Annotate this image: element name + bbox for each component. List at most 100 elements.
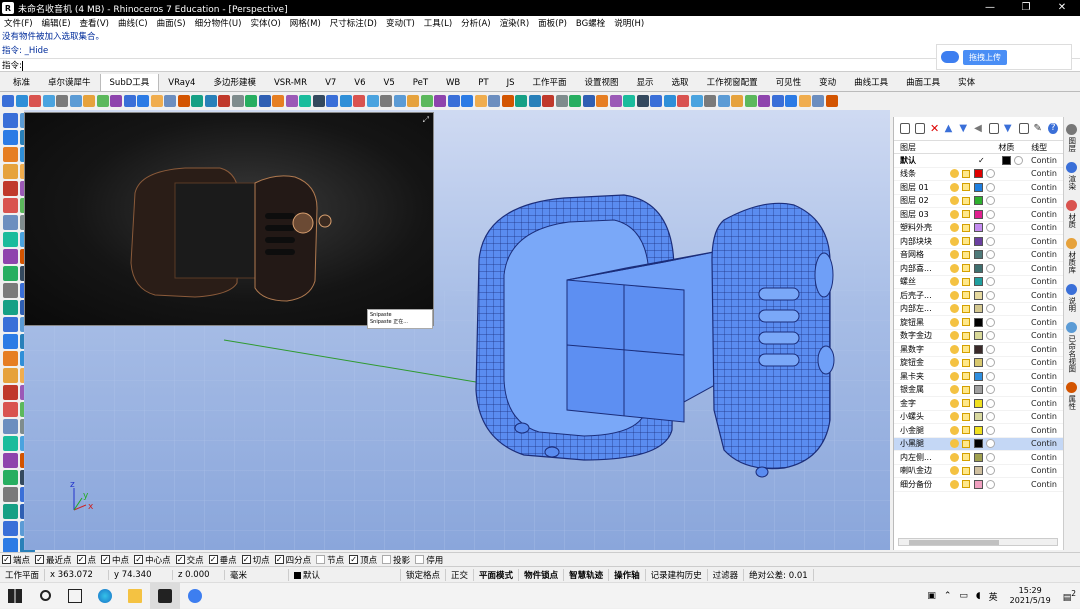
cplane-label[interactable]: 工作平面 — [0, 568, 46, 581]
layer-color-swatch[interactable] — [974, 385, 983, 395]
left-tool-icon[interactable] — [3, 538, 18, 553]
toolbar-tab[interactable]: 变动 — [810, 74, 845, 91]
toolbar-tool-icon[interactable] — [245, 95, 257, 107]
lock-icon[interactable] — [962, 345, 970, 354]
lock-icon[interactable] — [962, 304, 970, 313]
lightbulb-icon[interactable] — [950, 358, 959, 368]
lock-icon[interactable] — [962, 331, 970, 340]
material-icon[interactable] — [986, 439, 995, 449]
side-tab[interactable]: 已命名视图 — [1066, 319, 1078, 376]
lock-icon[interactable] — [962, 453, 970, 462]
layer-color-swatch[interactable] — [974, 479, 983, 489]
layer-row[interactable]: 旋钮黑 Contin — [894, 316, 1063, 330]
layer-linetype[interactable]: Contin — [1031, 372, 1063, 381]
layer-row[interactable]: 内部喜... Contin — [894, 262, 1063, 276]
status-toggle[interactable]: 物件锁点 — [519, 568, 565, 581]
toolbar-tool-icon[interactable] — [515, 95, 527, 107]
toolbar-tool-icon[interactable] — [285, 95, 298, 107]
material-icon[interactable] — [986, 466, 995, 476]
toolbar-tool-icon[interactable] — [812, 95, 824, 107]
material-icon[interactable] — [986, 479, 995, 489]
lock-icon[interactable] — [962, 237, 970, 246]
layer-color-swatch[interactable] — [974, 371, 983, 381]
left-tool-icon[interactable] — [3, 164, 18, 179]
layer-row[interactable]: 内部块块 Contin — [894, 235, 1063, 249]
layer-color-swatch[interactable] — [974, 358, 983, 368]
network-icon[interactable]: ▭ — [959, 591, 968, 601]
layer-row[interactable]: 塑料外壳 Contin — [894, 222, 1063, 235]
status-toggle[interactable]: 绝对公差: 0.01 — [744, 568, 814, 581]
material-icon[interactable] — [986, 263, 995, 273]
layer-color-swatch[interactable] — [974, 317, 983, 327]
left-tool-icon[interactable] — [3, 198, 18, 213]
toolbar-tool-icon[interactable] — [150, 95, 163, 107]
layer-color-swatch[interactable] — [974, 169, 983, 179]
layer-color-swatch[interactable] — [974, 439, 983, 449]
layer-linetype[interactable]: Contin — [1031, 183, 1063, 192]
checkbox[interactable]: ✓ — [2, 555, 11, 564]
layer-linetype[interactable]: Contin — [1031, 480, 1063, 489]
toolbar-tool-icon[interactable] — [582, 95, 595, 107]
layer-name[interactable]: 图层 02 — [894, 195, 946, 206]
lightbulb-icon[interactable] — [950, 223, 959, 233]
toolbar-tab[interactable]: 工作平面 — [524, 74, 576, 91]
osnap-option[interactable]: ✓ 中心点 — [134, 554, 171, 566]
upload-app-button[interactable] — [180, 583, 210, 609]
rhino-taskbar-button[interactable] — [150, 582, 180, 609]
layer-linetype[interactable]: Contin — [1031, 385, 1063, 394]
toolbar-tool-icon[interactable] — [420, 95, 433, 107]
toolbar-tool-icon[interactable] — [528, 95, 541, 107]
layer-row[interactable]: 内部左... Contin — [894, 303, 1063, 316]
menu-item[interactable]: 渲染(R) — [500, 17, 530, 29]
left-tool-icon[interactable] — [3, 215, 18, 230]
toolbar-tool-icon[interactable] — [609, 95, 622, 107]
toolbar-tool-icon[interactable] — [2, 95, 14, 107]
toolbar-tab[interactable]: WB — [437, 75, 469, 91]
toolbar-tool-icon[interactable] — [744, 95, 757, 107]
material-icon[interactable] — [986, 331, 995, 341]
lock-icon[interactable] — [962, 439, 970, 448]
layer-linetype[interactable]: Contin — [1031, 399, 1063, 408]
osnap-option[interactable]: 投影 — [382, 554, 410, 566]
left-tool-icon[interactable] — [3, 249, 18, 264]
volume-icon[interactable]: ◖ — [976, 591, 981, 601]
layer-row[interactable]: 喇叭金边 Contin — [894, 465, 1063, 478]
layer-color-swatch[interactable] — [974, 344, 983, 354]
material-icon[interactable] — [986, 304, 995, 314]
layer-linetype[interactable]: Contin — [1031, 466, 1063, 475]
osnap-option[interactable]: ✓ 中点 — [101, 554, 129, 566]
layer-color-swatch[interactable] — [974, 452, 983, 462]
layer-row[interactable]: 黑数字 Contin — [894, 343, 1063, 357]
lightbulb-icon[interactable] — [950, 250, 959, 260]
layer-row[interactable]: 图层 01 Contin — [894, 181, 1063, 195]
layer-row[interactable]: 图层 02 Contin — [894, 195, 1063, 208]
toolbar-tool-icon[interactable] — [677, 95, 689, 107]
osnap-option[interactable]: ✓ 端点 — [2, 554, 30, 566]
notification-icon[interactable]: ▤2 — [1063, 589, 1076, 603]
toolbar-tab[interactable]: PT — [469, 75, 497, 91]
material-icon[interactable] — [986, 236, 995, 246]
checkbox[interactable]: ✓ — [274, 555, 284, 564]
layer-linetype[interactable]: Contin — [1031, 439, 1063, 448]
layer-color-swatch[interactable] — [974, 196, 983, 206]
left-tool-icon[interactable] — [3, 130, 18, 145]
lock-icon[interactable] — [962, 372, 970, 381]
toolbar-tool-icon[interactable] — [555, 95, 568, 107]
side-tab[interactable]: 渲染 — [1066, 159, 1078, 193]
lock-icon[interactable] — [962, 426, 970, 435]
toolbar-tab[interactable]: 可见性 — [767, 74, 811, 91]
left-tool-icon[interactable] — [3, 453, 18, 468]
toolbar-tool-icon[interactable] — [339, 95, 352, 107]
maximize-button[interactable]: ❐ — [1008, 0, 1044, 16]
layer-linetype[interactable]: Contin — [1031, 331, 1063, 340]
menu-item[interactable]: 说明(H) — [614, 17, 644, 29]
toolbar-tool-icon[interactable] — [299, 95, 311, 107]
material-icon[interactable] — [986, 290, 995, 300]
layer-linetype[interactable]: Contin — [1031, 237, 1063, 246]
lightbulb-icon[interactable] — [950, 371, 959, 381]
layer-name[interactable]: 黑数字 — [894, 344, 946, 355]
layer-color-swatch[interactable] — [974, 425, 983, 435]
lock-icon[interactable] — [962, 210, 970, 219]
left-tool-icon[interactable] — [3, 419, 18, 434]
search-button[interactable] — [30, 583, 60, 609]
